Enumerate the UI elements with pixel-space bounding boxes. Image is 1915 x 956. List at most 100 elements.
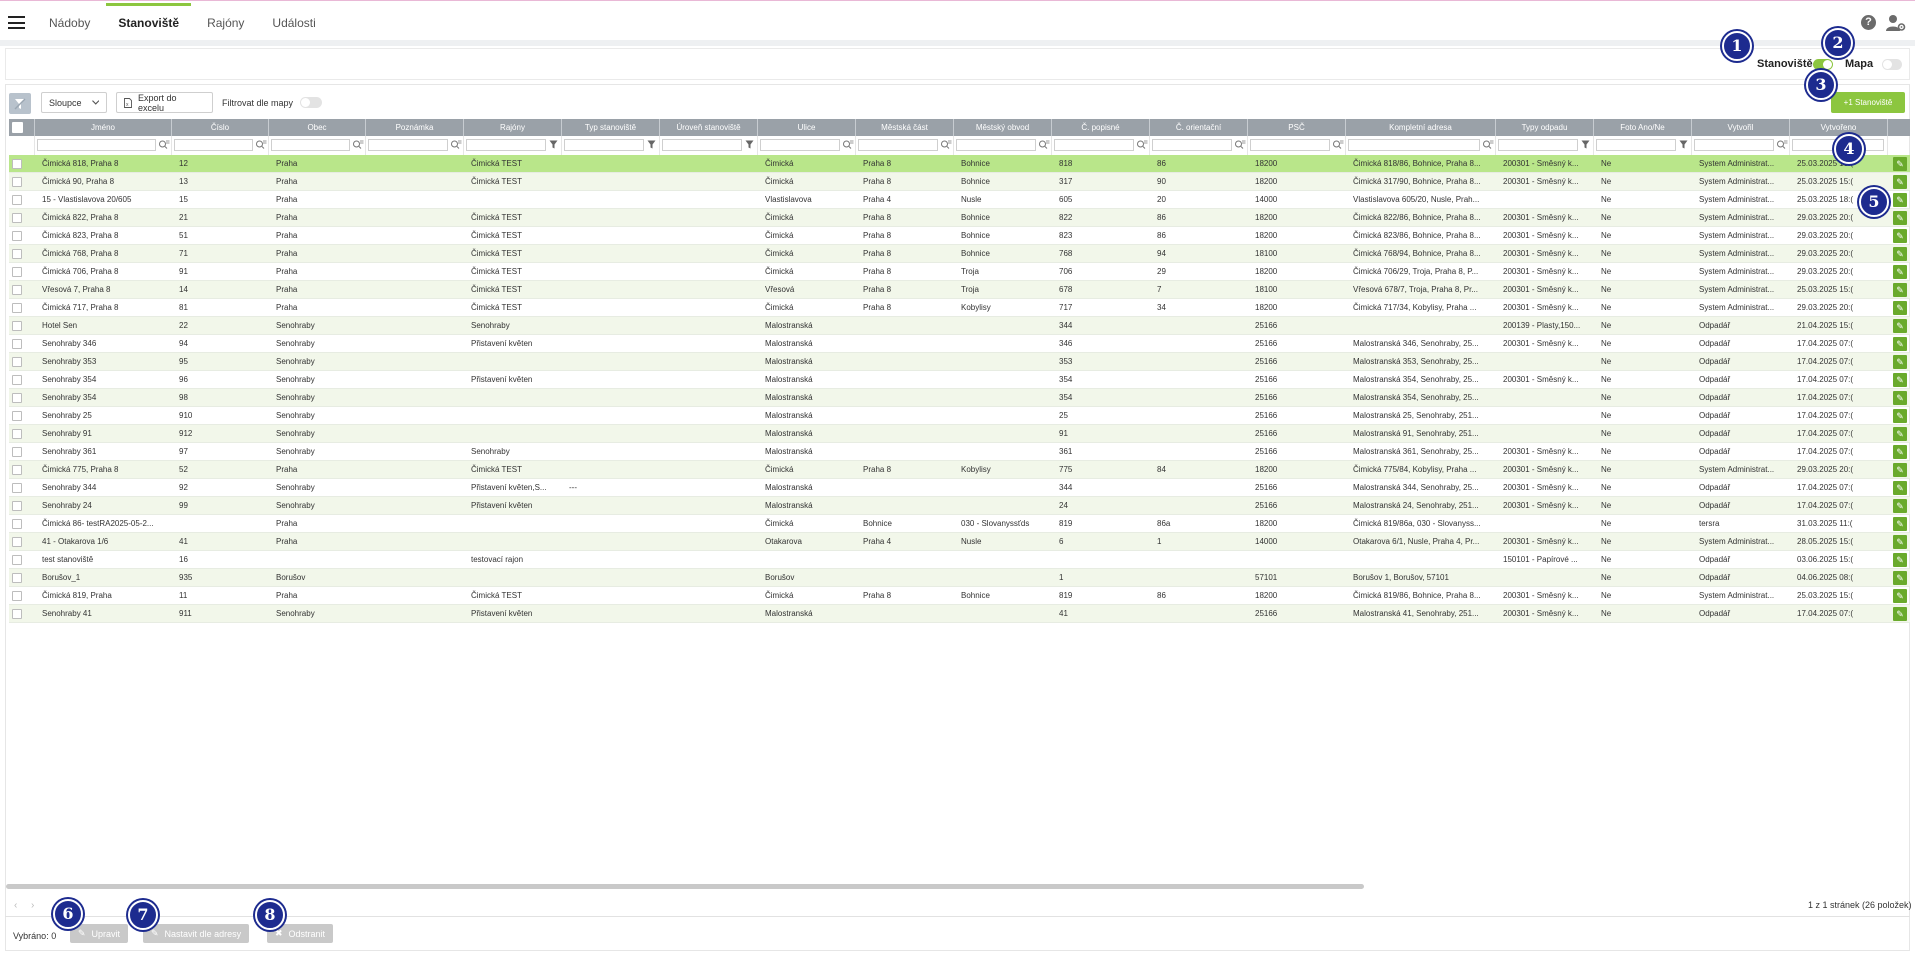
column-header-c_popisne[interactable]: Č. popisné bbox=[1052, 119, 1150, 136]
filter-input-adresa[interactable] bbox=[1348, 139, 1480, 151]
table-row[interactable]: Senohraby 24 99 Senohraby Přistavení květen… bbox=[9, 497, 1910, 515]
filter-funnel-icon[interactable] bbox=[549, 140, 558, 151]
column-header-poznamka[interactable]: Poznámka bbox=[366, 119, 464, 136]
row-checkbox[interactable] bbox=[12, 195, 22, 205]
map-filter-toggle[interactable] bbox=[300, 97, 322, 108]
filter-input-mestska_cast[interactable] bbox=[858, 139, 938, 151]
tab-rajony[interactable]: Rajóny bbox=[195, 5, 256, 41]
filter-options-icon[interactable] bbox=[1235, 140, 1246, 151]
row-checkbox[interactable] bbox=[12, 339, 22, 349]
stanoviste-toggle[interactable] bbox=[1813, 59, 1833, 70]
table-row[interactable]: Hotel Sen 22 Senohraby Senohraby Malostransk… bbox=[9, 317, 1910, 335]
filter-options-icon[interactable] bbox=[1039, 140, 1050, 151]
row-checkbox[interactable] bbox=[12, 573, 22, 583]
column-header-uroven[interactable]: Úroveň stanoviště bbox=[660, 119, 758, 136]
table-row[interactable]: Borušov_1 935 Borušov Borušov 1 57101 Borušov … bbox=[9, 569, 1910, 587]
column-header-ulice[interactable]: Ulice bbox=[758, 119, 856, 136]
row-checkbox[interactable] bbox=[12, 249, 22, 259]
edit-row-button[interactable]: ✎ bbox=[1893, 499, 1907, 513]
edit-row-button[interactable]: ✎ bbox=[1893, 211, 1907, 225]
filter-options-icon[interactable] bbox=[256, 140, 267, 151]
column-header-typ[interactable]: Typ stanoviště bbox=[562, 119, 660, 136]
column-header-psc[interactable]: PSČ bbox=[1248, 119, 1346, 136]
edit-row-button[interactable]: ✎ bbox=[1893, 373, 1907, 387]
table-row[interactable]: Čimická 775, Praha 8 52 Praha Čimická TEST Č… bbox=[9, 461, 1910, 479]
table-row[interactable]: Čimická 706, Praha 8 91 Praha Čimická TEST Č… bbox=[9, 263, 1910, 281]
filter-input-c_orientacni[interactable] bbox=[1152, 139, 1232, 151]
row-checkbox[interactable] bbox=[12, 411, 22, 421]
edit-row-button[interactable]: ✎ bbox=[1893, 229, 1907, 243]
row-checkbox[interactable] bbox=[12, 537, 22, 547]
column-header-vytvoreno[interactable]: Vytvořeno bbox=[1790, 119, 1888, 136]
edit-row-button[interactable]: ✎ bbox=[1893, 445, 1907, 459]
filter-input-cislo[interactable] bbox=[174, 139, 253, 151]
filter-input-jmeno[interactable] bbox=[37, 139, 156, 151]
column-header-vytvoril[interactable]: Vytvořil bbox=[1692, 119, 1790, 136]
column-header-jmeno[interactable]: Jméno bbox=[35, 119, 172, 136]
row-checkbox[interactable] bbox=[12, 609, 22, 619]
row-checkbox[interactable] bbox=[12, 501, 22, 511]
edit-row-button[interactable]: ✎ bbox=[1893, 553, 1907, 567]
column-header-rajony[interactable]: Rajóny bbox=[464, 119, 562, 136]
pager-prev-button[interactable]: ‹ bbox=[14, 900, 17, 911]
set-by-address-button[interactable]: ✎ Nastavit dle adresy bbox=[143, 924, 250, 943]
filter-options-icon[interactable] bbox=[941, 140, 952, 151]
filter-input-c_popisne[interactable] bbox=[1054, 139, 1134, 151]
edit-row-button[interactable]: ✎ bbox=[1893, 409, 1907, 423]
table-row[interactable]: test stanoviště 16 testovací rajon 150101 -… bbox=[9, 551, 1910, 569]
filter-funnel-icon[interactable] bbox=[1679, 140, 1688, 151]
column-header-mestsky_obvod[interactable]: Městský obvod bbox=[954, 119, 1052, 136]
column-header-adresa[interactable]: Kompletní adresa bbox=[1346, 119, 1496, 136]
filter-input-ulice[interactable] bbox=[760, 139, 840, 151]
table-row[interactable]: Senohraby 354 98 Senohraby Malostranská 354 2… bbox=[9, 389, 1910, 407]
row-checkbox[interactable] bbox=[12, 483, 22, 493]
column-header-typy_odpadu[interactable]: Typy odpadu bbox=[1496, 119, 1594, 136]
filter-options-icon[interactable] bbox=[451, 140, 462, 151]
table-row[interactable]: Čimická 717, Praha 8 81 Praha Čimická TEST Č… bbox=[9, 299, 1910, 317]
filter-input-typ[interactable] bbox=[564, 139, 644, 151]
row-checkbox[interactable] bbox=[12, 321, 22, 331]
edit-row-button[interactable]: ✎ bbox=[1893, 157, 1907, 171]
tab-nadoby[interactable]: Nádoby bbox=[37, 5, 102, 41]
row-checkbox[interactable] bbox=[12, 159, 22, 169]
filter-options-icon[interactable] bbox=[1333, 140, 1344, 151]
table-row[interactable]: Senohraby 41 911 Senohraby Přistavení květe… bbox=[9, 605, 1910, 623]
filter-options-icon[interactable] bbox=[1777, 140, 1788, 151]
filter-input-mestsky_obvod[interactable] bbox=[956, 139, 1036, 151]
column-header-akce[interactable]: Akce bbox=[1888, 119, 1910, 136]
row-checkbox[interactable] bbox=[12, 213, 22, 223]
row-checkbox[interactable] bbox=[12, 429, 22, 439]
edit-row-button[interactable]: ✎ bbox=[1893, 571, 1907, 585]
filter-input-foto[interactable] bbox=[1596, 139, 1676, 151]
filter-input-uroven[interactable] bbox=[662, 139, 742, 151]
export-excel-button[interactable]: x Export do excelu bbox=[116, 92, 213, 113]
edit-row-button[interactable]: ✎ bbox=[1893, 247, 1907, 261]
filter-funnel-icon[interactable] bbox=[647, 140, 656, 151]
filter-input-psc[interactable] bbox=[1250, 139, 1330, 151]
row-checkbox[interactable] bbox=[12, 357, 22, 367]
table-row[interactable]: Čimická 90, Praha 8 13 Praha Čimická TEST Či… bbox=[9, 173, 1910, 191]
edit-row-button[interactable]: ✎ bbox=[1893, 265, 1907, 279]
edit-row-button[interactable]: ✎ bbox=[1893, 175, 1907, 189]
clear-filter-button[interactable] bbox=[9, 93, 31, 114]
row-checkbox[interactable] bbox=[12, 393, 22, 403]
table-row[interactable]: 15 - Vlastislavova 20/605 15 Praha Vlastisl… bbox=[9, 191, 1910, 209]
row-checkbox[interactable] bbox=[12, 177, 22, 187]
add-stanoviste-button[interactable]: +1 Stanoviště bbox=[1831, 92, 1905, 113]
edit-row-button[interactable]: ✎ bbox=[1893, 283, 1907, 297]
table-row[interactable]: Čimická 818, Praha 8 12 Praha Čimická TEST Č… bbox=[9, 155, 1910, 173]
column-header-obec[interactable]: Obec bbox=[269, 119, 366, 136]
filter-options-icon[interactable] bbox=[843, 140, 854, 151]
filter-input-vytvoril[interactable] bbox=[1694, 139, 1774, 151]
row-checkbox[interactable] bbox=[12, 375, 22, 385]
table-row[interactable]: Čimická 819, Praha 11 Praha Čimická TEST Čim… bbox=[9, 587, 1910, 605]
edit-row-button[interactable]: ✎ bbox=[1893, 463, 1907, 477]
filter-options-icon[interactable] bbox=[1137, 140, 1148, 151]
edit-row-button[interactable]: ✎ bbox=[1893, 391, 1907, 405]
pager-next-button[interactable]: › bbox=[31, 900, 34, 911]
table-row[interactable]: Čimická 823, Praha 8 51 Praha Čimická TEST Č… bbox=[9, 227, 1910, 245]
select-all-checkbox[interactable] bbox=[12, 122, 23, 133]
edit-row-button[interactable]: ✎ bbox=[1893, 427, 1907, 441]
table-row[interactable]: Senohraby 344 92 Senohraby Přistavení květe… bbox=[9, 479, 1910, 497]
column-header-foto[interactable]: Foto Ano/Ne bbox=[1594, 119, 1692, 136]
